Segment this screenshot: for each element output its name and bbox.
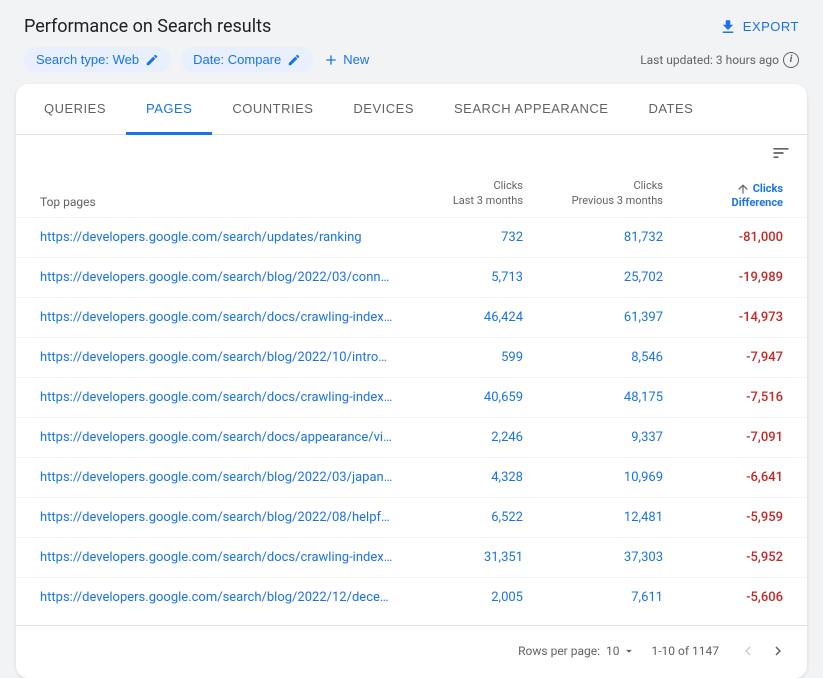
cell-clicks-last: 2,246 bbox=[393, 430, 523, 445]
cell-diff: -6,641 bbox=[663, 470, 783, 485]
table-row: https://developers.google.com/search/blo… bbox=[16, 338, 807, 378]
cell-clicks-prev: 7,611 bbox=[523, 590, 663, 605]
sort-arrow-icon bbox=[736, 182, 750, 196]
info-icon: i bbox=[783, 52, 799, 68]
tab-search-appearance[interactable]: SEARCH APPEARANCE bbox=[434, 85, 628, 135]
cell-clicks-prev: 37,303 bbox=[523, 550, 663, 565]
filters-bar: Search type: Web Date: Compare New Last … bbox=[0, 47, 823, 84]
pagination-bar: Rows per page: 10 1-10 of 1147 bbox=[16, 625, 807, 678]
pagination-nav bbox=[735, 638, 791, 664]
cell-clicks-last: 6,522 bbox=[393, 510, 523, 525]
cell-clicks-last: 599 bbox=[393, 350, 523, 365]
table-rows: https://developers.google.com/search/upd… bbox=[16, 218, 807, 617]
cell-clicks-last: 31,351 bbox=[393, 550, 523, 565]
date-filter[interactable]: Date: Compare bbox=[181, 47, 313, 72]
rows-per-page-label: Rows per page: 10 bbox=[518, 644, 635, 658]
cell-diff: -5,952 bbox=[663, 550, 783, 565]
cell-clicks-last: 732 bbox=[393, 230, 523, 245]
table-header: Top pages Clicks Last 3 months Clicks Pr… bbox=[16, 170, 807, 218]
cell-diff: -7,091 bbox=[663, 430, 783, 445]
plus-icon bbox=[323, 52, 339, 68]
table-row: https://developers.google.com/search/doc… bbox=[16, 538, 807, 578]
tab-queries[interactable]: QUERIES bbox=[24, 85, 126, 135]
cell-clicks-prev: 25,702 bbox=[523, 270, 663, 285]
cell-url[interactable]: https://developers.google.com/search/blo… bbox=[40, 270, 393, 285]
tab-dates[interactable]: DATES bbox=[628, 85, 713, 135]
table-row: https://developers.google.com/search/blo… bbox=[16, 458, 807, 498]
tab-countries[interactable]: COUNTRIES bbox=[212, 85, 333, 135]
table-row: https://developers.google.com/search/doc… bbox=[16, 418, 807, 458]
cell-url[interactable]: https://developers.google.com/search/blo… bbox=[40, 590, 393, 605]
rows-per-page-select[interactable]: 10 bbox=[606, 644, 636, 658]
chevron-left-icon bbox=[739, 642, 757, 660]
cell-clicks-prev: 81,732 bbox=[523, 230, 663, 245]
edit-icon bbox=[145, 53, 159, 67]
filter-rows-icon bbox=[771, 143, 791, 163]
chevron-right-icon bbox=[769, 642, 787, 660]
cell-diff: -5,606 bbox=[663, 590, 783, 605]
cell-clicks-last: 4,328 bbox=[393, 470, 523, 485]
export-icon bbox=[719, 18, 737, 36]
cell-clicks-last: 2,005 bbox=[393, 590, 523, 605]
main-card: QUERIES PAGES COUNTRIES DEVICES SEARCH A… bbox=[16, 84, 807, 678]
tab-devices[interactable]: DEVICES bbox=[333, 85, 434, 135]
cell-clicks-prev: 8,546 bbox=[523, 350, 663, 365]
cell-url[interactable]: https://developers.google.com/search/doc… bbox=[40, 390, 393, 405]
table-row: https://developers.google.com/search/doc… bbox=[16, 298, 807, 338]
cell-url[interactable]: https://developers.google.com/search/blo… bbox=[40, 350, 393, 365]
prev-page-button[interactable] bbox=[735, 638, 761, 664]
cell-url[interactable]: https://developers.google.com/search/doc… bbox=[40, 310, 393, 325]
cell-clicks-prev: 48,175 bbox=[523, 390, 663, 405]
chevron-down-icon bbox=[622, 644, 636, 658]
table-row: https://developers.google.com/search/blo… bbox=[16, 258, 807, 298]
table-row: https://developers.google.com/search/upd… bbox=[16, 218, 807, 258]
edit-icon-date bbox=[287, 53, 301, 67]
cell-url[interactable]: https://developers.google.com/search/upd… bbox=[40, 230, 393, 245]
cell-clicks-last: 40,659 bbox=[393, 390, 523, 405]
cell-url[interactable]: https://developers.google.com/search/blo… bbox=[40, 510, 393, 525]
col-header-page: Top pages bbox=[40, 195, 393, 209]
col-header-diff: Clicks Difference bbox=[663, 182, 783, 209]
cell-clicks-prev: 61,397 bbox=[523, 310, 663, 325]
table-row: https://developers.google.com/search/blo… bbox=[16, 578, 807, 617]
col-header-clicks-prev: Clicks Previous 3 months bbox=[523, 178, 663, 209]
filter-rows-button[interactable] bbox=[771, 143, 791, 166]
cell-diff: -19,989 bbox=[663, 270, 783, 285]
search-type-filter[interactable]: Search type: Web bbox=[24, 47, 171, 72]
cell-diff: -7,516 bbox=[663, 390, 783, 405]
table-row: https://developers.google.com/search/doc… bbox=[16, 378, 807, 418]
data-table: Top pages Clicks Last 3 months Clicks Pr… bbox=[16, 170, 807, 625]
page-title: Performance on Search results bbox=[24, 16, 271, 37]
cell-url[interactable]: https://developers.google.com/search/doc… bbox=[40, 550, 393, 565]
next-page-button[interactable] bbox=[765, 638, 791, 664]
col-header-clicks-last: Clicks Last 3 months bbox=[393, 178, 523, 209]
pagination-range: 1-10 of 1147 bbox=[652, 644, 720, 658]
page-header: Performance on Search results EXPORT bbox=[0, 0, 823, 47]
cell-url[interactable]: https://developers.google.com/search/blo… bbox=[40, 470, 393, 485]
last-updated: Last updated: 3 hours ago i bbox=[640, 52, 799, 68]
tab-pages[interactable]: PAGES bbox=[126, 85, 212, 135]
cell-clicks-last: 5,713 bbox=[393, 270, 523, 285]
cell-url[interactable]: https://developers.google.com/search/doc… bbox=[40, 430, 393, 445]
export-button[interactable]: EXPORT bbox=[719, 18, 799, 36]
cell-clicks-prev: 9,337 bbox=[523, 430, 663, 445]
new-filter-button[interactable]: New bbox=[323, 52, 369, 68]
cell-diff: -7,947 bbox=[663, 350, 783, 365]
cell-diff: -14,973 bbox=[663, 310, 783, 325]
cell-diff: -5,959 bbox=[663, 510, 783, 525]
cell-diff: -81,000 bbox=[663, 230, 783, 245]
cell-clicks-last: 46,424 bbox=[393, 310, 523, 325]
cell-clicks-prev: 10,969 bbox=[523, 470, 663, 485]
cell-clicks-prev: 12,481 bbox=[523, 510, 663, 525]
filter-icon-row bbox=[16, 135, 807, 170]
tabs-bar: QUERIES PAGES COUNTRIES DEVICES SEARCH A… bbox=[16, 84, 807, 135]
table-row: https://developers.google.com/search/blo… bbox=[16, 498, 807, 538]
